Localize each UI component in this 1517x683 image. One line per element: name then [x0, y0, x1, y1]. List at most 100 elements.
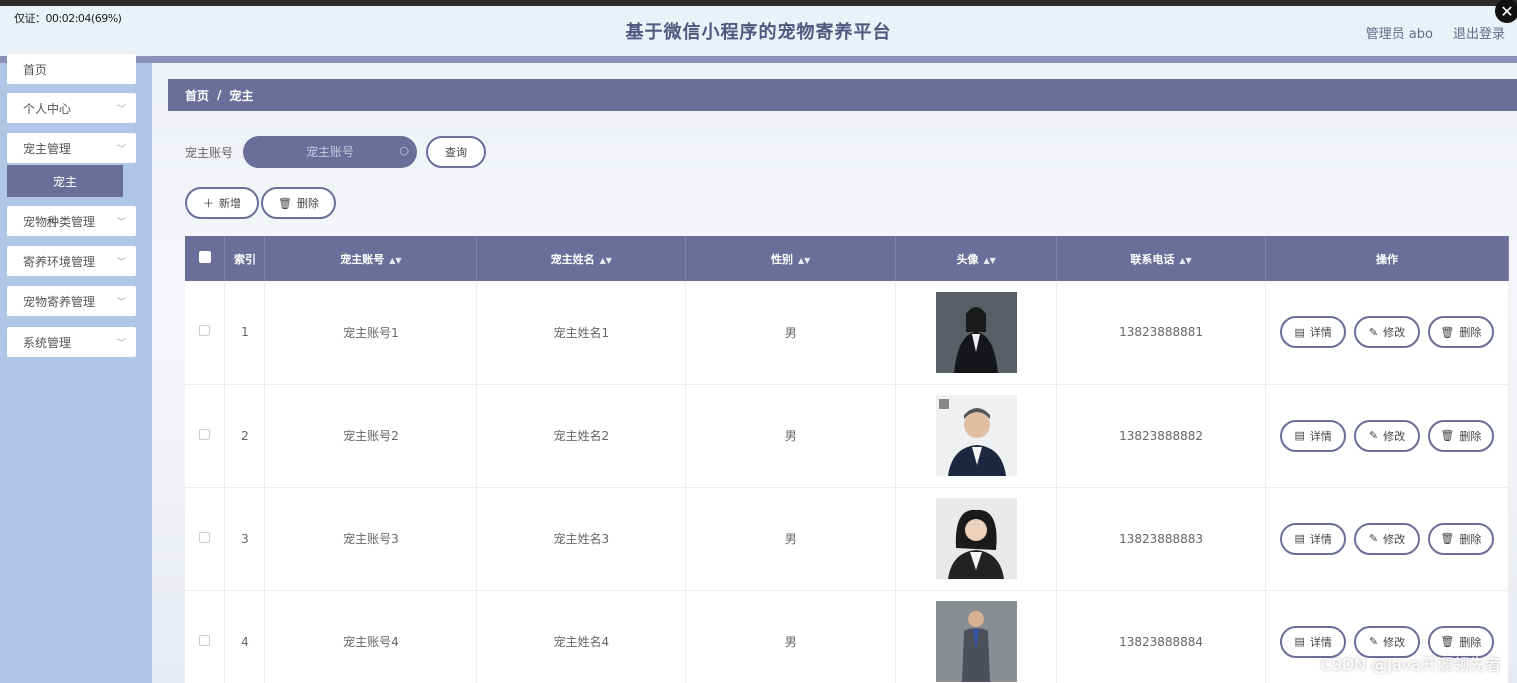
select-all-checkbox[interactable]: [198, 251, 211, 263]
search-field: ○: [243, 136, 418, 168]
document-icon: ▤: [1294, 636, 1305, 648]
row-select-cell: [185, 487, 226, 591]
document-icon: ▤: [1294, 533, 1305, 545]
app-title: 基于微信小程序的宠物寄养平台: [625, 22, 892, 43]
detail-button[interactable]: ▤ 详情: [1280, 522, 1347, 555]
app-header: 基于微信小程序的宠物寄养平台 管理员 abo 退出登录: [0, 6, 1517, 56]
logout-link[interactable]: 退出登录: [1453, 23, 1505, 42]
row-account: 宠主账号1: [264, 281, 478, 385]
row-avatar-cell: [895, 281, 1058, 385]
breadcrumb: 首页 / 宠主: [168, 79, 1517, 111]
chevron-down-icon: ﹀: [116, 339, 126, 349]
avatar[interactable]: [935, 291, 1017, 373]
sidebar-item-owner-management[interactable]: 宠主管理 ﹀: [7, 133, 136, 163]
delete-label: 删除: [1459, 430, 1482, 443]
row-phone: 13823888884: [1056, 590, 1267, 683]
table-row: 4 宠主账号4 宠主姓名4 男 13823888884 ▤ 详情 ✎ 修改 🗑 删除: [185, 590, 1509, 683]
search-input[interactable]: [270, 145, 391, 159]
close-icon[interactable]: ✕: [1495, 0, 1517, 23]
breadcrumb-home[interactable]: 首页: [185, 87, 209, 104]
watermark: CSDN @Java开源领先者: [1320, 655, 1501, 674]
table-header-row: 索引 宠主账号 ▲▼ 宠主姓名 ▲▼ 性别 ▲▼ 头像 ▲▼ 联系电话 ▲▼ 操作: [185, 236, 1509, 281]
sidebar-item-home[interactable]: 首页: [7, 54, 136, 84]
row-gender: 男: [685, 590, 897, 683]
batch-delete-button[interactable]: 🗑 删除: [261, 187, 336, 219]
detail-button[interactable]: ▤ 详情: [1280, 316, 1347, 349]
sort-icon: ▲▼: [1179, 255, 1192, 265]
edit-label: 修改: [1383, 327, 1406, 340]
row-phone: 13823888883: [1056, 487, 1267, 591]
edit-button[interactable]: ✎ 修改: [1354, 419, 1421, 452]
plus-icon: ＋: [203, 198, 214, 210]
delete-button[interactable]: 🗑 删除: [1427, 316, 1494, 349]
sidebar-item-boarding[interactable]: 宠物寄养管理 ﹀: [7, 286, 136, 316]
query-button[interactable]: 查询: [426, 136, 487, 168]
main-content: 首页 / 宠主 宠主账号 ○ 查询 ＋ 新增 🗑 删除 索引 宠主账号 ▲▼ 宠主…: [152, 63, 1517, 683]
detail-button[interactable]: ▤ 详情: [1280, 419, 1347, 452]
sidebar-item-label: 宠主: [52, 174, 77, 189]
row-checkbox[interactable]: [199, 325, 211, 337]
sidebar-item-system[interactable]: 系统管理 ﹀: [7, 327, 136, 357]
owner-table: 索引 宠主账号 ▲▼ 宠主姓名 ▲▼ 性别 ▲▼ 头像 ▲▼ 联系电话 ▲▼ 操作 1 宠…: [185, 236, 1509, 683]
document-icon: ▤: [1294, 326, 1305, 339]
trash-icon: 🗑: [1440, 533, 1455, 545]
row-name: 宠主姓名2: [476, 384, 687, 488]
detail-label: 详情: [1309, 636, 1332, 649]
sidebar-item-personal-center[interactable]: 个人中心 ﹀: [7, 93, 136, 123]
recording-label: 仅证：00:02:04(69%): [14, 12, 122, 25]
sort-icon: ▲▼: [599, 255, 612, 265]
row-checkbox[interactable]: [199, 531, 211, 543]
avatar[interactable]: [935, 395, 1017, 476]
trash-icon: 🗑: [1440, 430, 1455, 442]
sidebar-item-pet-category[interactable]: 宠物种类管理 ﹀: [7, 206, 136, 236]
row-index: 1: [224, 281, 266, 385]
row-ops: ▤ 详情 ✎ 修改 🗑 删除: [1265, 281, 1509, 385]
action-row: ＋ 新增 🗑 删除: [185, 187, 336, 219]
row-gender: 男: [685, 281, 897, 385]
row-gender: 男: [685, 384, 897, 488]
chevron-down-icon: ﹀: [116, 298, 126, 308]
header-gender[interactable]: 性别 ▲▼: [685, 236, 897, 281]
header-label: 宠主账号: [340, 252, 385, 266]
sidebar-item-label: 宠物种类管理: [23, 214, 96, 229]
row-name: 宠主姓名3: [476, 487, 687, 591]
header-avatar[interactable]: 头像 ▲▼: [895, 236, 1058, 281]
header-account[interactable]: 宠主账号 ▲▼: [264, 236, 478, 281]
row-select-cell: [185, 281, 226, 385]
chevron-down-icon: ﹀: [116, 258, 126, 268]
header-label: 联系电话: [1130, 252, 1175, 266]
add-button[interactable]: ＋ 新增: [185, 187, 259, 219]
avatar[interactable]: [935, 498, 1017, 579]
header-name[interactable]: 宠主姓名 ▲▼: [476, 236, 687, 281]
row-checkbox[interactable]: [199, 428, 211, 440]
edit-button[interactable]: ✎ 修改: [1354, 316, 1421, 349]
sort-icon: ▲▼: [983, 255, 996, 265]
search-icon: ○: [399, 144, 410, 157]
row-avatar-cell: [895, 384, 1058, 488]
chevron-down-icon: ﹀: [116, 218, 126, 228]
header-ops: 操作: [1265, 236, 1509, 281]
edit-button[interactable]: ✎ 修改: [1354, 522, 1421, 555]
breadcrumb-separator: /: [217, 88, 222, 102]
sidebar-item-label: 系统管理: [23, 335, 72, 350]
pencil-icon: ✎: [1368, 326, 1379, 339]
search-row: 宠主账号 ○ 查询: [185, 136, 487, 168]
avatar[interactable]: [935, 601, 1017, 682]
sidebar-item-label: 宠主管理: [23, 141, 72, 156]
delete-button[interactable]: 🗑 删除: [1427, 522, 1494, 555]
row-checkbox[interactable]: [199, 634, 211, 646]
trash-icon: 🗑: [1440, 326, 1455, 339]
hand-cursor-icon: ☝: [46, 212, 56, 231]
delete-button[interactable]: 🗑 删除: [1427, 419, 1494, 452]
sidebar-item-environment[interactable]: 寄养环境管理 ﹀: [7, 246, 136, 276]
sidebar-subitem-owner[interactable]: 宠主: [7, 165, 123, 197]
header-phone[interactable]: 联系电话 ▲▼: [1056, 236, 1267, 281]
row-name: 宠主姓名1: [476, 281, 687, 385]
sort-icon: ▲▼: [389, 255, 402, 265]
row-index: 4: [224, 590, 266, 683]
add-label: 新增: [219, 198, 241, 210]
row-index: 3: [224, 487, 266, 591]
row-select-cell: [185, 590, 226, 683]
trash-icon: 🗑: [1440, 636, 1455, 648]
header-label: 性别: [771, 252, 794, 266]
